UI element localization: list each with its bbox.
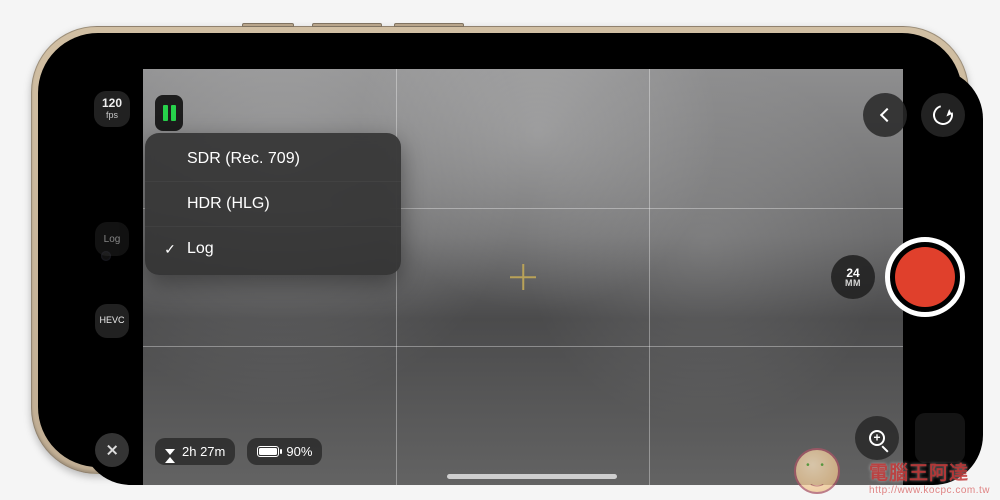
last-clip-thumbnail[interactable] <box>915 413 965 463</box>
hourglass-icon <box>165 449 175 455</box>
watermark-title: 電腦王阿達 <box>869 463 969 484</box>
grid-line <box>143 346 903 347</box>
level-bar-icon <box>171 105 176 121</box>
zoom-button[interactable] <box>855 416 899 460</box>
check-icon <box>163 241 177 258</box>
volume-up-button <box>312 23 382 27</box>
bottom-info-bar: 2h 27m 90% <box>155 438 322 465</box>
audio-levels-indicator[interactable] <box>155 95 183 131</box>
fps-button[interactable]: 120 fps <box>94 91 130 127</box>
watermark: 電腦王阿達 http://www.kocpc.com.tw <box>869 458 990 496</box>
volume-down-button <box>394 23 464 27</box>
home-indicator[interactable] <box>447 474 617 479</box>
magnifier-plus-icon <box>869 430 885 446</box>
iphone-device-frame: 120 fps Log HEVC SDR (Rec. 709) <box>31 26 969 474</box>
format-option-label: Log <box>187 240 214 258</box>
close-button[interactable] <box>95 433 129 467</box>
record-button[interactable] <box>885 237 965 317</box>
battery-value: 90% <box>286 444 312 459</box>
format-option-label: HDR (HLG) <box>187 195 270 213</box>
lens-focal-length: 24 <box>846 267 859 279</box>
watermark-url: http://www.kocpc.com.tw <box>869 485 990 496</box>
lens-unit: MM <box>845 279 861 288</box>
remaining-time-pill[interactable]: 2h 27m <box>155 438 235 465</box>
remaining-time-value: 2h 27m <box>182 444 225 459</box>
color-format-button[interactable]: Log <box>95 222 129 256</box>
color-format-label: Log <box>104 234 121 245</box>
codec-button[interactable]: HEVC <box>95 304 129 338</box>
color-format-menu: SDR (Rec. 709) HDR (HLG) Log <box>145 133 401 275</box>
watermark-mascot-icon <box>794 448 840 494</box>
back-button[interactable] <box>863 93 907 137</box>
right-rail: 24 MM <box>867 69 983 485</box>
screen: 120 fps Log HEVC SDR (Rec. 709) <box>81 69 983 485</box>
fps-value: 120 <box>102 97 122 110</box>
flip-camera-button[interactable] <box>921 93 965 137</box>
grid-line <box>396 69 397 485</box>
format-option-log[interactable]: Log <box>145 226 401 271</box>
camera-viewfinder[interactable] <box>143 69 903 485</box>
battery-icon <box>257 446 279 457</box>
focus-crosshair-icon <box>510 264 536 290</box>
side-button <box>242 23 294 27</box>
battery-pill[interactable]: 90% <box>247 438 322 465</box>
grid-line <box>649 69 650 485</box>
format-option-label: SDR (Rec. 709) <box>187 150 300 168</box>
format-option-hdr[interactable]: HDR (HLG) <box>145 181 401 226</box>
format-option-sdr[interactable]: SDR (Rec. 709) <box>145 137 401 181</box>
left-rail: 120 fps Log HEVC <box>81 69 143 485</box>
lens-button[interactable]: 24 MM <box>831 255 875 299</box>
level-bar-icon <box>163 105 168 121</box>
close-icon <box>106 444 118 456</box>
codec-label: HEVC <box>99 316 124 326</box>
fps-unit: fps <box>106 111 118 121</box>
chevron-left-icon <box>879 108 893 122</box>
record-icon <box>895 247 955 307</box>
flip-camera-icon <box>929 101 956 128</box>
